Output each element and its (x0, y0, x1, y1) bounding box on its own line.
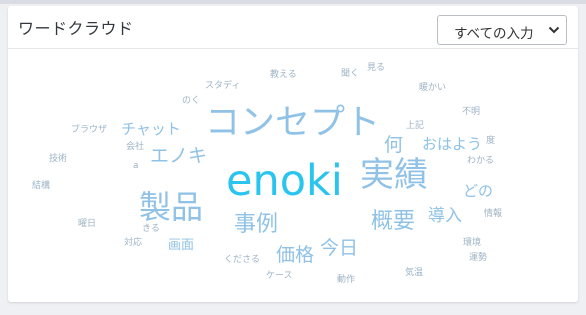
cloud-word: 結構 (32, 181, 51, 191)
cloud-word: コンセプト (205, 103, 381, 143)
cloud-word: a (133, 161, 139, 171)
cloud-word: 今日 (320, 237, 359, 259)
cloud-word: きる (142, 224, 160, 234)
cloud-word: 対応 (124, 238, 143, 248)
cloud-word: 上記 (406, 121, 425, 131)
cloud-word: くださる (224, 255, 261, 265)
cloud-word: 情報 (484, 209, 503, 219)
cloud-word: おはよう (422, 135, 483, 153)
cloud-word: のく (182, 96, 201, 106)
cloud-word: 不明 (462, 107, 481, 117)
cloud-word: わかる (467, 156, 495, 166)
cloud-word: 聞く (341, 69, 360, 79)
top-divider (0, 0, 586, 4)
cloud-word: 教える (270, 70, 297, 80)
cloud-word: 導入 (428, 206, 462, 226)
input-filter-value: すべての入力 (454, 26, 534, 42)
card-title: ワードクラウド (18, 19, 134, 38)
word-cloud-card: ワードクラウド すべての入力 enoki コンセプト 実績 製品 事例 概要 価… (8, 6, 578, 302)
cloud-word: ケース (266, 271, 293, 281)
cloud-word: ブラウザ (71, 125, 108, 135)
cloud-word: 曜日 (78, 219, 97, 229)
cloud-word: 見る (367, 63, 386, 73)
input-filter-select[interactable]: すべての入力 (437, 15, 567, 45)
word-cloud: enoki コンセプト 実績 製品 事例 概要 価格 今日 導入 エノキ チャッ… (8, 49, 578, 302)
cloud-word: 概要 (371, 209, 416, 234)
cloud-word: 環境 (463, 238, 482, 248)
cloud-word: enoki (226, 156, 343, 206)
cloud-word: 度 (486, 136, 496, 146)
cloud-word: 会社 (126, 142, 145, 152)
cloud-word: スタディ (205, 81, 241, 91)
cloud-word: 暖かい (419, 83, 447, 93)
card-header: ワードクラウド すべての入力 (8, 6, 578, 49)
cloud-word: 技術 (49, 154, 68, 164)
cloud-word: 気温 (405, 268, 424, 278)
cloud-word: 運勢 (469, 253, 488, 263)
chevron-down-icon (548, 26, 560, 34)
cloud-word: チャット (121, 120, 181, 138)
cloud-word: 価格 (276, 244, 315, 266)
cloud-word: 実績 (360, 155, 428, 195)
cloud-word: 何 (384, 134, 404, 156)
cloud-word: どの (463, 182, 494, 200)
cloud-word: エノキ (150, 145, 208, 167)
cloud-word: 製品 (139, 188, 204, 226)
cloud-word: 画面 (168, 238, 195, 253)
cloud-word: 事例 (234, 212, 279, 237)
cloud-word: 動作 (337, 275, 356, 285)
